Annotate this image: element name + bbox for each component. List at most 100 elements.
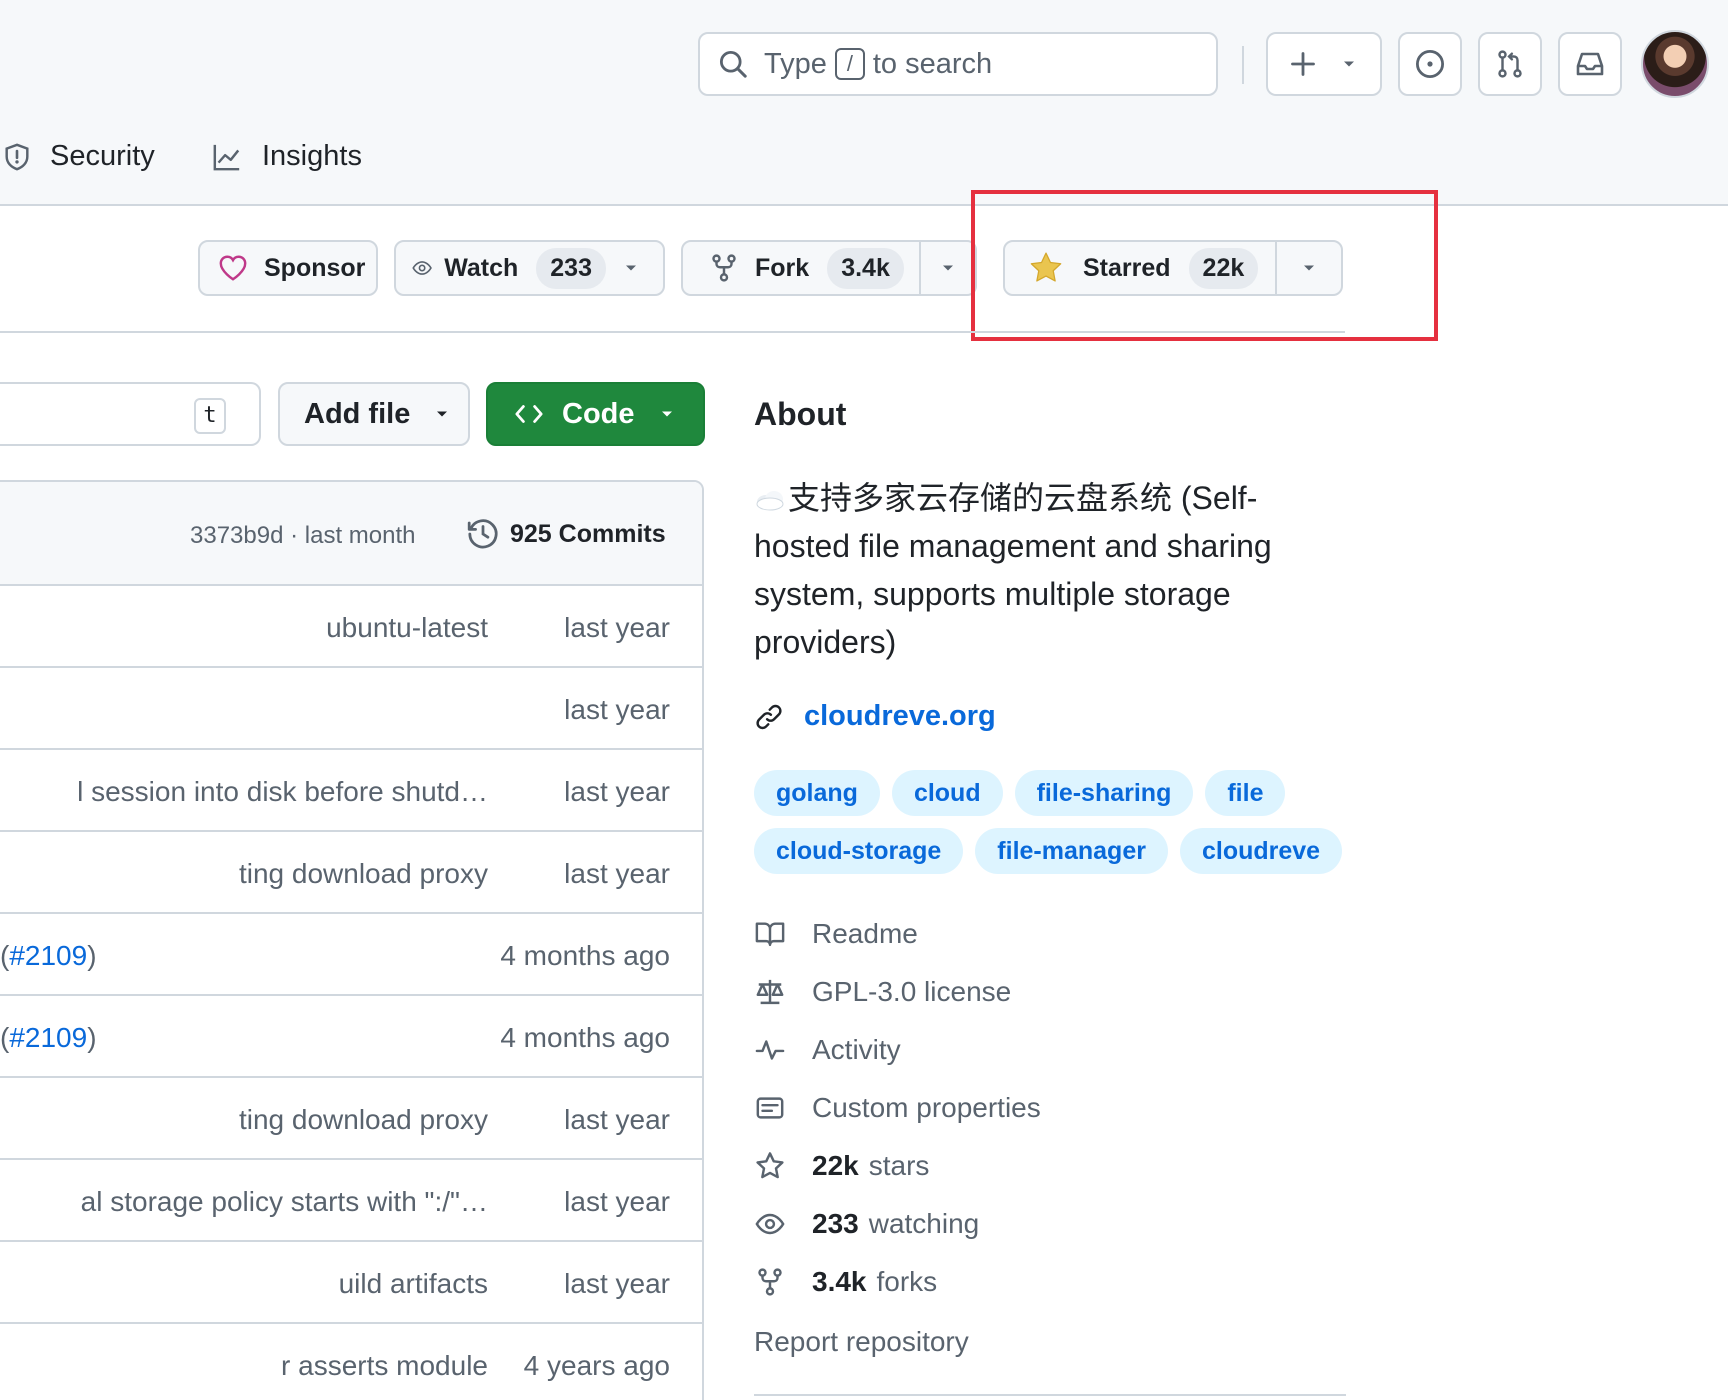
topic-list: golang cloud file-sharing file cloud-sto… <box>754 770 1354 874</box>
pull-requests-button[interactable] <box>1478 32 1542 96</box>
file-row[interactable]: ubuntu-latest last year <box>0 586 702 668</box>
graph-icon <box>213 144 240 170</box>
license-link[interactable]: GPL-3.0 license <box>754 976 1011 1008</box>
global-header: Type / to search Security Insights <box>0 0 1728 206</box>
commit-message[interactable]: ubuntu-latest <box>0 612 488 644</box>
forks-link[interactable]: 3.4k forks <box>754 1266 937 1298</box>
user-avatar[interactable] <box>1641 30 1709 98</box>
readme-link[interactable]: Readme <box>754 918 918 950</box>
tab-security-label: Security <box>50 140 155 172</box>
file-row[interactable]: (#2109) 4 months ago <box>0 996 702 1078</box>
pr-link[interactable]: #2109 <box>9 940 87 971</box>
topic-tag[interactable]: cloud <box>891 770 1003 816</box>
add-file-button[interactable]: Add file <box>278 382 470 446</box>
create-new-button[interactable] <box>1266 32 1382 96</box>
license-label: GPL-3.0 license <box>812 976 1012 1007</box>
triangle-down-icon <box>626 265 636 271</box>
inbox-icon <box>1576 52 1604 76</box>
inbox-button[interactable] <box>1558 32 1622 96</box>
file-row[interactable]: r asserts module 4 years ago <box>0 1324 702 1400</box>
search-icon <box>719 50 747 78</box>
go-to-file-input[interactable]: t <box>0 382 261 446</box>
commit-message[interactable]: al storage policy starts with ":/"… <box>0 1186 488 1218</box>
fork-button[interactable]: Fork 3.4k <box>683 242 919 294</box>
repo-description-text: 支持多家云存储的云盘系统 (Self-hosted file managemen… <box>754 480 1272 660</box>
header-divider <box>1242 46 1244 84</box>
triangle-down-icon <box>1344 61 1354 67</box>
commit-age: 4 months ago <box>500 1022 670 1053</box>
tab-security[interactable]: Security <box>2 140 155 173</box>
watch-button[interactable]: Watch 233 <box>396 242 606 294</box>
file-row[interactable]: ting download proxy last year <box>0 1078 702 1160</box>
triangle-down-icon <box>437 411 448 417</box>
search-input[interactable]: Type / to search <box>698 32 1218 96</box>
fork-dropdown[interactable] <box>919 242 975 294</box>
issue-opened-icon <box>1415 49 1445 79</box>
code-button[interactable]: Code <box>486 382 705 446</box>
commit-age: last year <box>564 776 670 807</box>
repo-description: 支持多家云存储的云盘系统 (Self-hosted file managemen… <box>754 474 1314 666</box>
file-row[interactable]: al storage policy starts with ":/"… last… <box>0 1160 702 1242</box>
law-icon <box>756 979 784 1005</box>
topic-tag[interactable]: golang <box>754 770 880 816</box>
pr-link[interactable]: #2109 <box>9 1022 87 1053</box>
commit-message[interactable]: (#2109) <box>0 940 488 972</box>
repo-forked-icon <box>758 1268 782 1296</box>
eye-icon <box>755 1213 785 1235</box>
link-icon <box>756 704 782 729</box>
commit-age: 4 months ago <box>500 940 670 971</box>
star-icon <box>756 1152 784 1179</box>
stars-count: 22k <box>812 1150 859 1181</box>
go-to-file-shortcut: t <box>194 398 226 434</box>
custom-properties-link[interactable]: Custom properties <box>754 1092 1041 1124</box>
topic-tag[interactable]: cloud-storage <box>754 828 964 874</box>
issues-button[interactable] <box>1398 32 1462 96</box>
watch-count: 233 <box>536 247 606 289</box>
file-row[interactable]: l session into disk before shutd… last y… <box>0 750 702 832</box>
topic-tag[interactable]: file-sharing <box>1014 770 1194 816</box>
stars-link[interactable]: 22k stars <box>754 1150 929 1182</box>
sponsor-button[interactable]: Sponsor <box>198 240 378 296</box>
activity-label: Activity <box>812 1034 901 1065</box>
commit-message[interactable]: ting download proxy <box>0 858 488 890</box>
repo-forked-icon <box>712 254 736 282</box>
search-suffix: to search <box>872 47 993 80</box>
fork-label: Fork <box>755 253 810 282</box>
file-row[interactable]: ting download proxy last year <box>0 832 702 914</box>
topic-tag[interactable]: file-manager <box>975 828 1168 874</box>
cloud-emoji-icon <box>756 491 784 511</box>
commit-message[interactable]: l session into disk before shutd… <box>0 776 488 808</box>
shield-icon <box>5 143 29 170</box>
watching-label: watching <box>868 1208 980 1239</box>
commit-age: last year <box>564 612 670 643</box>
commit-age: last year <box>564 1268 670 1299</box>
commits-link[interactable]: 925 Commits <box>466 517 666 551</box>
report-repository-link[interactable]: Report repository <box>754 1326 969 1358</box>
activity-link[interactable]: Activity <box>754 1034 901 1066</box>
custom-properties-label: Custom properties <box>812 1092 1041 1123</box>
watching-link[interactable]: 233 watching <box>754 1208 979 1240</box>
homepage-url: cloudreve.org <box>804 700 996 732</box>
section-divider <box>0 331 1345 333</box>
commit-message[interactable]: uild artifacts <box>0 1268 488 1300</box>
latest-commit-bar: 3373b9d · last month 925 Commits <box>0 482 702 586</box>
watch-dropdown[interactable] <box>606 242 656 294</box>
commit-message[interactable]: (#2109) <box>0 1022 488 1054</box>
sponsor-label: Sponsor <box>264 253 366 282</box>
search-shortcut-key: / <box>834 48 865 80</box>
watch-button-group: Watch 233 <box>394 240 665 296</box>
commit-message[interactable]: r asserts module <box>0 1350 488 1382</box>
triangle-down-icon <box>943 265 954 271</box>
homepage-link[interactable]: cloudreve.org <box>754 700 996 733</box>
commit-message[interactable]: ting download proxy <box>0 1104 488 1136</box>
topic-tag[interactable]: cloudreve <box>1179 828 1343 874</box>
watch-label: Watch <box>444 253 519 282</box>
tab-insights[interactable]: Insights <box>210 140 362 173</box>
topic-tag[interactable]: file <box>1205 770 1286 816</box>
tab-insights-label: Insights <box>262 140 362 172</box>
file-row[interactable]: (#2109) 4 months ago <box>0 914 702 996</box>
file-row[interactable]: last year <box>0 668 702 750</box>
file-row[interactable]: uild artifacts last year <box>0 1242 702 1324</box>
latest-commit-sha[interactable]: 3373b9d · last month <box>190 522 415 550</box>
fork-button-group: Fork 3.4k <box>681 240 977 296</box>
